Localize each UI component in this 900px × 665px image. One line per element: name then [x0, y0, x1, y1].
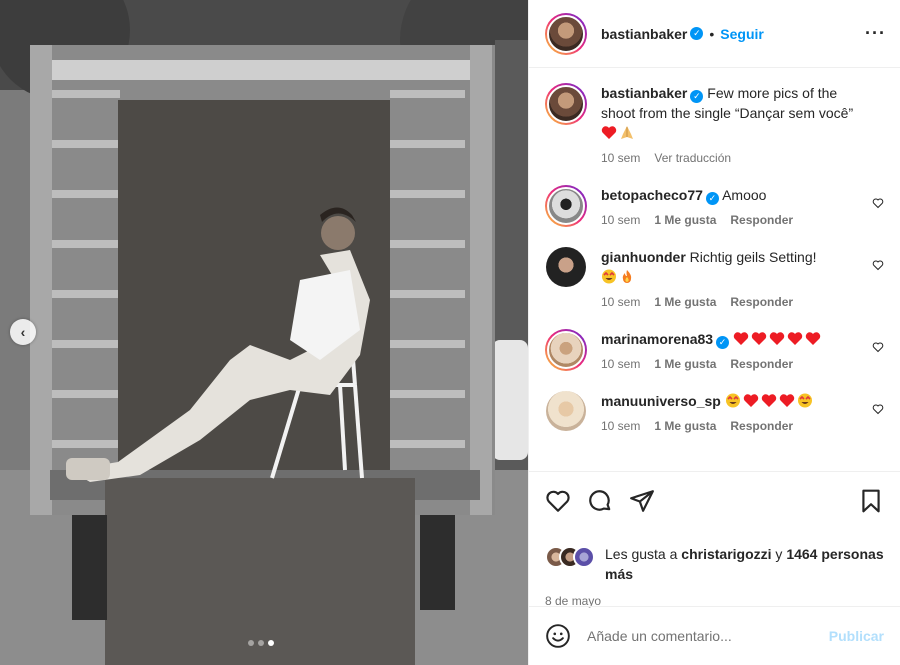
- comment-row: marinamorena83 ✓ 10 sem 1 Me gusta Respon…: [545, 329, 884, 371]
- red-heart-icon: [787, 332, 803, 345]
- post-actions: Les gusta a christarigozzi y 1464 person…: [529, 471, 900, 608]
- chevron-left-icon: ‹: [20, 324, 26, 340]
- follow-button[interactable]: Seguir: [720, 26, 764, 42]
- publish-button[interactable]: Publicar: [829, 628, 884, 644]
- comment-likes[interactable]: 1 Me gusta: [654, 419, 716, 433]
- red-heart-icon: [805, 332, 821, 345]
- reply-button[interactable]: Responder: [730, 295, 793, 309]
- comments-list[interactable]: bastianbaker ✓ Few more pics of the shoot…: [529, 69, 900, 471]
- carousel-dots: [248, 640, 274, 646]
- comment-likes[interactable]: 1 Me gusta: [654, 295, 716, 309]
- comment-username[interactable]: betopacheco77: [601, 187, 703, 203]
- save-icon[interactable]: [858, 488, 884, 514]
- verified-icon: ✓: [705, 192, 719, 205]
- comment-row: betopacheco77 ✓ Amooo 10 sem 1 Me gusta R…: [545, 185, 884, 227]
- reply-button[interactable]: Responder: [730, 213, 793, 227]
- author-avatar[interactable]: [545, 12, 587, 55]
- author-username[interactable]: bastianbaker: [601, 26, 687, 42]
- comment-emojis: [733, 331, 823, 347]
- post-photo[interactable]: ‹: [0, 0, 528, 665]
- share-icon[interactable]: [629, 488, 655, 514]
- liker-username[interactable]: christarigozzi: [681, 546, 771, 562]
- carousel-prev-button[interactable]: ‹: [10, 319, 36, 345]
- commenter-avatar[interactable]: [546, 247, 586, 287]
- red-heart-icon: [743, 394, 758, 407]
- reply-button[interactable]: Responder: [730, 357, 793, 371]
- red-heart-icon: [733, 332, 749, 345]
- comment-row: manuuniverso_sp 10 sem 1 Me gusta Respon…: [545, 391, 884, 433]
- caption-row: bastianbaker ✓ Few more pics of the shoot…: [545, 83, 884, 165]
- red-heart-icon: [779, 394, 794, 407]
- separator-dot: •: [709, 25, 715, 42]
- carousel-dot: [258, 640, 264, 646]
- red-heart-icon: [751, 332, 767, 345]
- comment-icon[interactable]: [587, 488, 613, 514]
- carousel-dot: [248, 640, 254, 646]
- comment-username[interactable]: gianhuonder: [601, 249, 686, 265]
- comment-emojis: [725, 393, 815, 409]
- photo-illustration: [0, 0, 528, 665]
- praying-hands-icon: [621, 126, 633, 139]
- like-heart-icon[interactable]: [545, 488, 571, 514]
- like-comment-heart-icon[interactable]: [872, 341, 884, 353]
- carousel-dot-active: [268, 640, 274, 646]
- liker-avatars: [545, 546, 601, 568]
- comment-time: 10 sem: [601, 213, 641, 227]
- comment-username[interactable]: manuuniverso_sp: [601, 393, 721, 409]
- red-heart-icon: [601, 126, 617, 139]
- comment-row: gianhuonder Richtig geils Setting! 10 se…: [545, 247, 884, 309]
- emoji-icon[interactable]: [545, 623, 571, 649]
- translate-link[interactable]: Ver traducción: [654, 151, 731, 165]
- verified-icon: ✓: [690, 27, 704, 40]
- caption-time: 10 sem: [601, 151, 641, 165]
- commenter-avatar[interactable]: [545, 185, 587, 227]
- comment-likes[interactable]: 1 Me gusta: [654, 357, 716, 371]
- star-struck-emoji-icon: [602, 269, 616, 284]
- verified-icon: ✓: [716, 336, 730, 349]
- add-comment-bar: Publicar: [529, 606, 900, 665]
- like-comment-heart-icon[interactable]: [872, 259, 884, 271]
- likes-summary: Les gusta a christarigozzi y 1464 person…: [545, 544, 884, 584]
- comment-text: Richtig geils Setting!: [689, 249, 817, 265]
- post-panel: bastianbaker ✓ • Seguir ··· bastianbaker…: [528, 0, 900, 665]
- like-comment-heart-icon[interactable]: [872, 197, 884, 209]
- star-struck-emoji-icon: [797, 393, 812, 408]
- comment-time: 10 sem: [601, 419, 641, 433]
- fire-emoji-icon: [622, 270, 632, 283]
- comment-time: 10 sem: [601, 295, 641, 309]
- comment-time: 10 sem: [601, 357, 641, 371]
- reply-button[interactable]: Responder: [730, 419, 793, 433]
- commenter-avatar[interactable]: [546, 391, 586, 431]
- caption-username[interactable]: bastianbaker: [601, 85, 687, 101]
- post-header: bastianbaker ✓ • Seguir ···: [529, 0, 900, 68]
- star-struck-emoji-icon: [725, 393, 740, 408]
- like-comment-heart-icon[interactable]: [872, 403, 884, 415]
- red-heart-icon: [769, 332, 785, 345]
- comment-likes[interactable]: 1 Me gusta: [654, 213, 716, 227]
- likes-text: Les gusta a christarigozzi y 1464 person…: [605, 546, 884, 582]
- commenter-avatar[interactable]: [545, 329, 587, 371]
- comment-input[interactable]: [587, 628, 829, 644]
- comment-username[interactable]: marinamorena83: [601, 331, 713, 347]
- red-heart-icon: [761, 394, 776, 407]
- more-options-icon[interactable]: ···: [865, 23, 886, 44]
- author-avatar[interactable]: [545, 83, 587, 125]
- verified-icon: ✓: [690, 90, 704, 103]
- comment-text: Amooo: [722, 187, 767, 203]
